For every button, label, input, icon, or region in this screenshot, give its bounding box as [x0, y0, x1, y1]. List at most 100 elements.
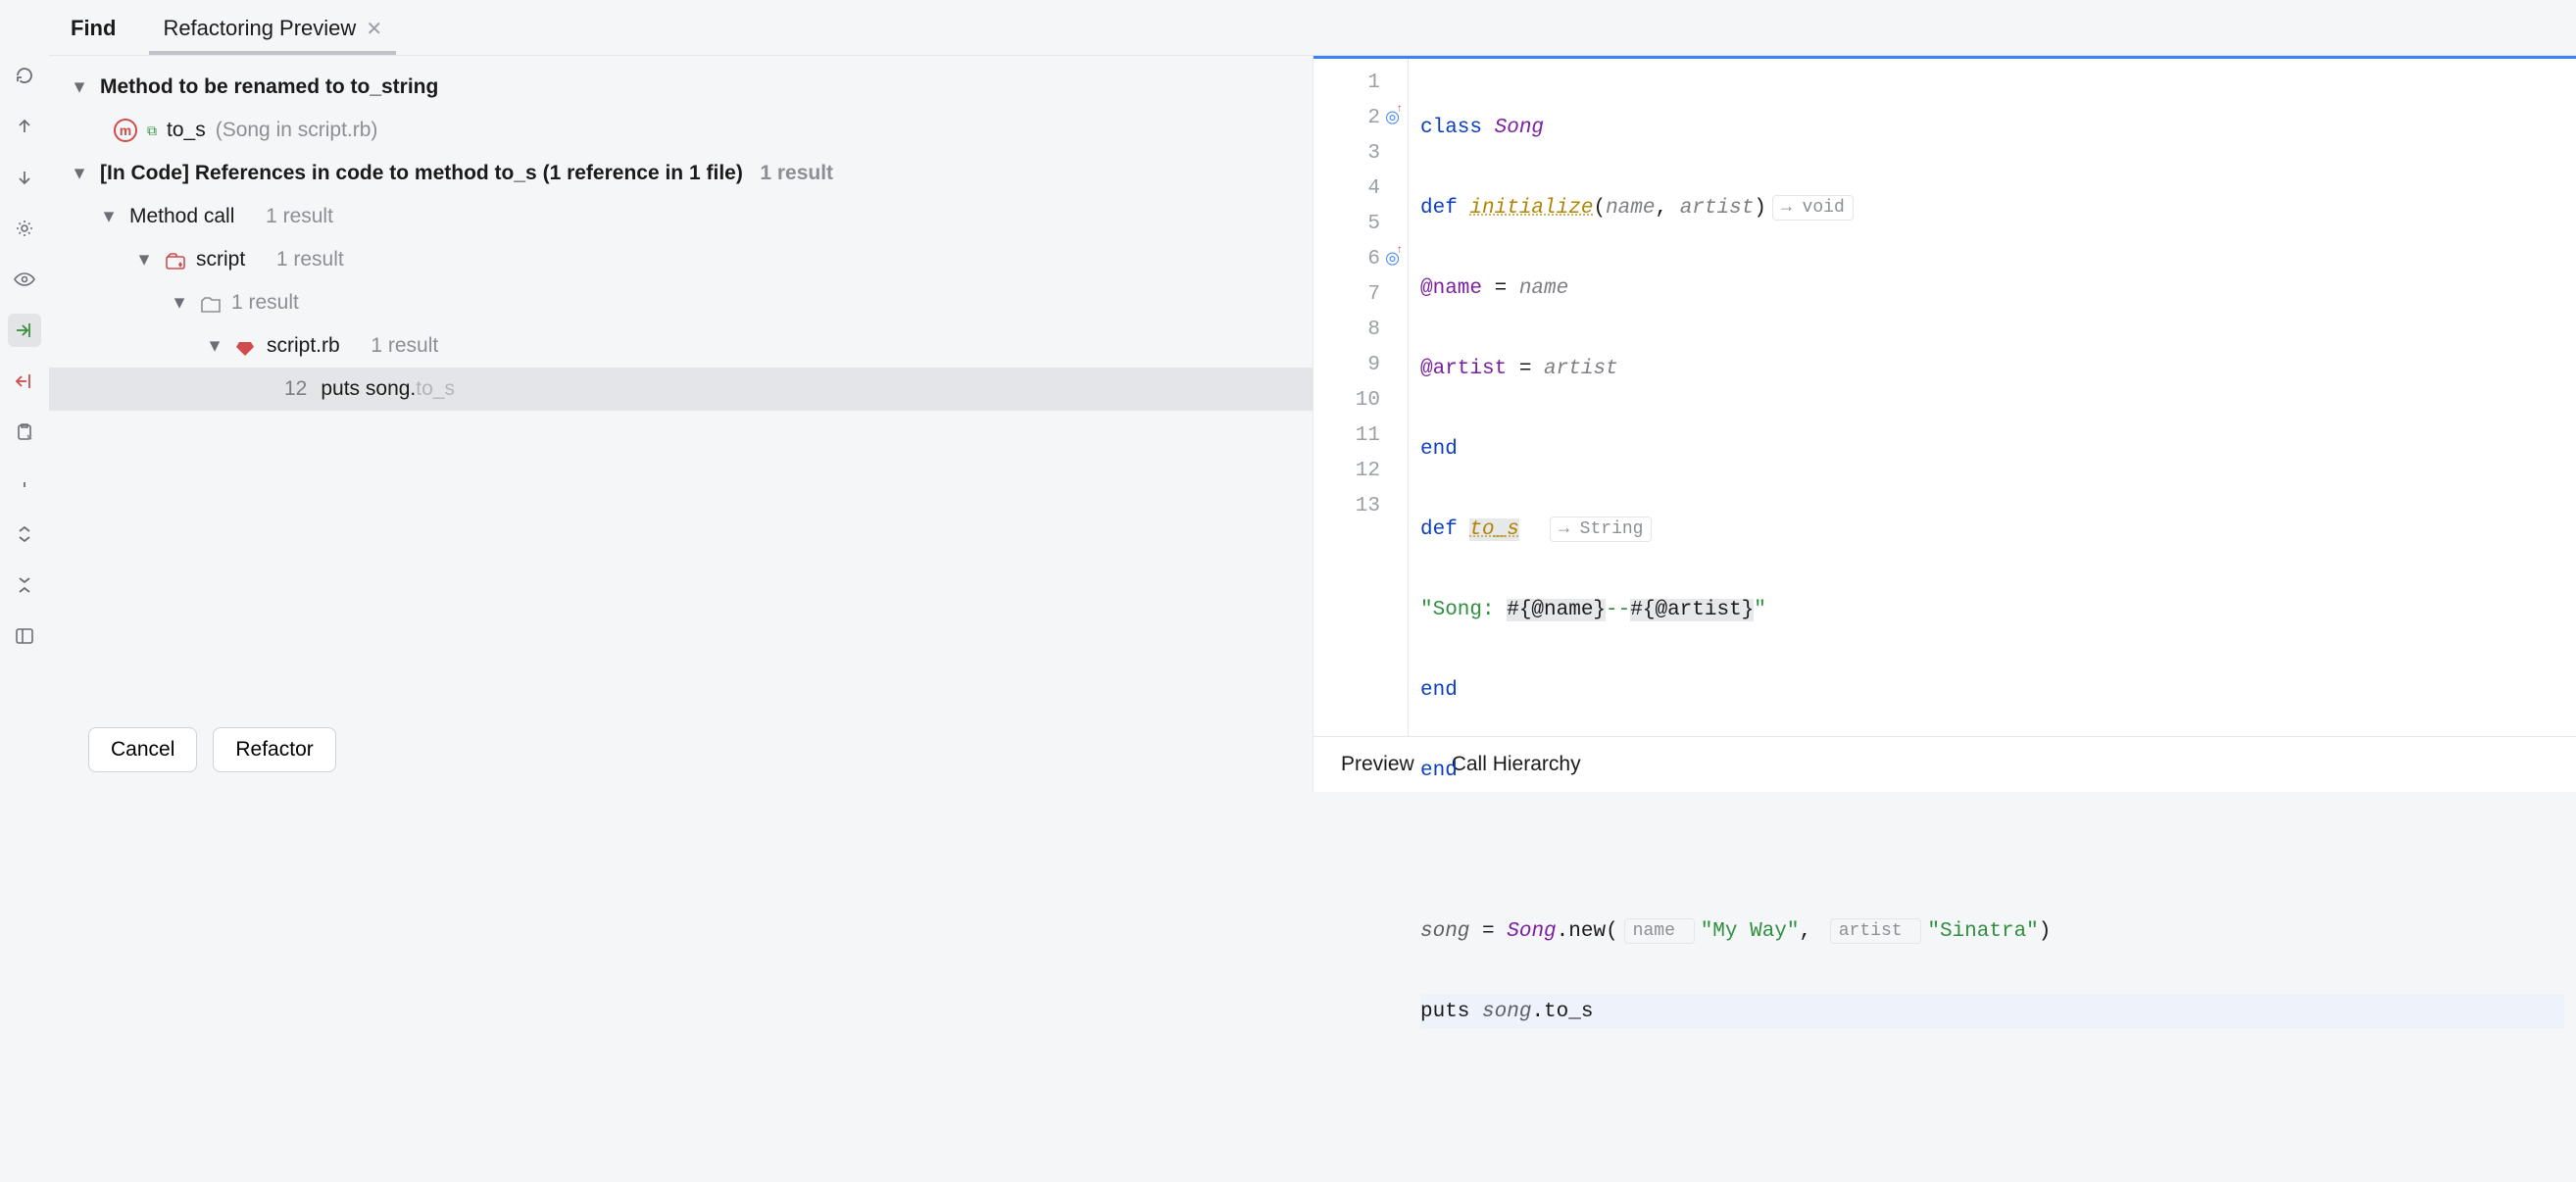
punct: ) [1754, 197, 1766, 220]
line-number: 4 [1367, 177, 1380, 200]
result-count: 1 result [276, 242, 344, 277]
refs-count: 1 result [760, 162, 833, 184]
usage-method: to_s [416, 377, 455, 400]
punct: ( [1593, 197, 1606, 220]
tree-row-references-header[interactable]: ▾ [In Code] References in code to method… [49, 152, 1313, 195]
line-number: 8 [1367, 319, 1380, 341]
line-number: 10 [1356, 389, 1380, 412]
line-number: 9 [1367, 354, 1380, 376]
param: name [1606, 197, 1655, 220]
rerun-icon[interactable] [8, 59, 41, 92]
gear-icon[interactable] [8, 212, 41, 245]
footer-buttons: Cancel Refactor [49, 708, 1313, 792]
include-icon[interactable] [8, 314, 41, 347]
refs-prefix: [In Code] [100, 162, 195, 184]
op: = [1469, 920, 1507, 943]
method-def: to_s [1469, 518, 1518, 541]
usage-prefix: puts song. [321, 377, 416, 400]
local: artist [1544, 358, 1618, 380]
line-number: 13 [1356, 495, 1380, 517]
keyword: def [1420, 518, 1469, 541]
info-icon[interactable] [8, 467, 41, 500]
call: .new( [1557, 920, 1618, 943]
folder-icon [200, 292, 222, 314]
line-number: 3 [1367, 142, 1380, 165]
line-number: 1 [1367, 72, 1380, 94]
line-number: 5 [1367, 213, 1380, 235]
expand-down-icon[interactable] [8, 161, 41, 194]
keyword: end [1420, 679, 1458, 702]
string: " [1754, 599, 1766, 621]
local: name [1519, 277, 1568, 300]
chevron-down-icon[interactable]: ▾ [69, 156, 90, 191]
line-number: 7 [1367, 283, 1380, 306]
refactor-button[interactable]: Refactor [213, 727, 335, 772]
link-icon: ⧉ [147, 113, 157, 148]
ivar: @name [1420, 277, 1482, 300]
result-count: 1 result [231, 285, 299, 320]
override-marker-icon[interactable]: ◎↑ [1385, 249, 1400, 270]
result-count: 1 result [371, 328, 438, 364]
expand-all-icon[interactable] [8, 517, 41, 551]
class-name: Song [1495, 117, 1544, 139]
tab-preview[interactable]: Preview [1337, 747, 1418, 782]
line-number: 2 [1367, 107, 1380, 129]
interp: #{@name} [1507, 599, 1606, 621]
collapse-all-icon[interactable] [8, 568, 41, 602]
ivar: @artist [1420, 358, 1507, 380]
tool-window-sidebar [0, 0, 49, 792]
chevron-down-icon[interactable]: ▾ [98, 199, 120, 234]
tab-find[interactable]: Find [57, 6, 129, 55]
clipboard-remove-icon[interactable] [8, 416, 41, 449]
tab-bar: Find Refactoring Preview ✕ [49, 0, 2576, 55]
tree-row-usage[interactable]: 12 puts song.to_s [49, 368, 1313, 411]
chevron-down-icon[interactable]: ▾ [133, 242, 155, 277]
refs-body: References in code to method to_s (1 ref… [195, 162, 743, 184]
keyword: end [1420, 760, 1458, 782]
string: "My Way" [1701, 920, 1800, 943]
tab-label: Find [71, 16, 116, 41]
method-location: (Song in script.rb) [216, 113, 378, 148]
call: puts [1420, 1001, 1482, 1023]
tree-row-project[interactable]: ▾ script 1 result [49, 238, 1313, 281]
tree-label: Method call [129, 199, 234, 234]
tree-row-rename-target[interactable]: ▾ Method to be renamed to to_string [49, 66, 1313, 109]
punct: , [1800, 920, 1824, 943]
preview-icon[interactable] [8, 263, 41, 296]
chevron-down-icon[interactable]: ▾ [69, 70, 90, 105]
project-icon [165, 249, 186, 271]
param: artist [1680, 197, 1755, 220]
tree-label: script [196, 242, 245, 277]
chevron-down-icon[interactable]: ▾ [169, 285, 190, 320]
keyword: end [1420, 438, 1458, 461]
tree-header: Method to be renamed to to_string [100, 70, 438, 105]
override-marker-icon[interactable]: ◎↑ [1385, 108, 1400, 128]
method-icon: m [114, 119, 137, 142]
op: = [1482, 277, 1519, 300]
ruby-icon [235, 335, 257, 357]
chevron-down-icon[interactable]: ▾ [204, 328, 225, 364]
op: = [1507, 358, 1544, 380]
expand-up-icon[interactable] [8, 110, 41, 143]
layout-icon[interactable] [8, 619, 41, 653]
exclude-icon[interactable] [8, 365, 41, 398]
result-count: 1 result [266, 199, 333, 234]
tree-row-folder[interactable]: ▾ 1 result [49, 281, 1313, 324]
tab-label: Refactoring Preview [163, 16, 356, 41]
tree-row-file[interactable]: ▾ script.rb 1 result [49, 324, 1313, 368]
line-number: 12 [1356, 460, 1380, 482]
cancel-button[interactable]: Cancel [88, 727, 197, 772]
local: song [1420, 920, 1469, 943]
tree-row-method[interactable]: m ⧉ to_s (Song in script.rb) [49, 109, 1313, 152]
tree-row-method-call[interactable]: ▾ Method call 1 result [49, 195, 1313, 238]
punct: . [1531, 1001, 1544, 1023]
refactor-tree-panel: ▾ Method to be renamed to to_string m ⧉ … [49, 56, 1313, 792]
close-icon[interactable]: ✕ [366, 17, 382, 41]
tab-refactoring-preview[interactable]: Refactoring Preview ✕ [149, 6, 396, 55]
code-editor[interactable]: class Song def initialize(name, artist)→… [1408, 59, 2576, 736]
inlay-hint: artist [1830, 918, 1922, 944]
string: "Sinatra" [1927, 920, 2038, 943]
preview-panel: 1 2◎↑ 3 4 5 6◎↑ 7 8 9 10 11 12 13 [1313, 56, 2576, 792]
line-number: 6 [1367, 248, 1380, 271]
usage-line-number: 12 [284, 371, 307, 407]
